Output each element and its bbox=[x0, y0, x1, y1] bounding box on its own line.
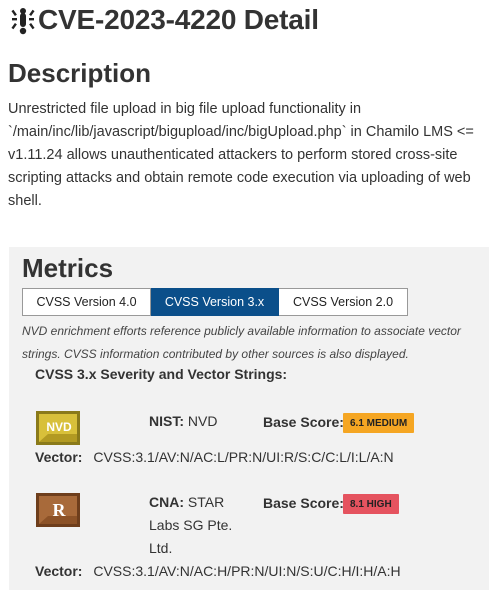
tab-cvss-3x[interactable]: CVSS Version 3.x bbox=[151, 288, 279, 316]
source-label: NIST: bbox=[149, 413, 184, 429]
vector-label: Vector: bbox=[35, 563, 83, 579]
source-value: NVD bbox=[187, 413, 218, 429]
nvd-vector: Vector: CVSS:3.1/AV:N/AC:L/PR:N/UI:R/S:C… bbox=[35, 449, 394, 465]
cvss-version-tabs: CVSS Version 4.0 CVSS Version 3.x CVSS V… bbox=[22, 288, 408, 316]
nvd-logo-icon: NVD bbox=[36, 411, 80, 445]
vector-string[interactable]: CVSS:3.1/AV:N/AC:L/PR:N/UI:R/S:C/C:L/I:L… bbox=[93, 449, 393, 465]
bug-icon bbox=[11, 8, 35, 35]
vector-label: Vector: bbox=[35, 449, 83, 465]
svg-text:R: R bbox=[53, 500, 67, 520]
tab-cvss-4[interactable]: CVSS Version 4.0 bbox=[22, 288, 151, 316]
source-label: CNA: bbox=[149, 494, 184, 510]
base-score-badge[interactable]: 6.1 MEDIUM bbox=[343, 413, 415, 433]
tab-cvss-2[interactable]: CVSS Version 2.0 bbox=[279, 288, 408, 316]
description-heading: Description bbox=[8, 58, 152, 88]
vector-string[interactable]: CVSS:3.1/AV:N/AC:H/PR:N/UI:N/S:U/C:H/I:H… bbox=[93, 563, 400, 579]
nvd-enrichment-note: NVD enrichment efforts reference publicl… bbox=[22, 324, 461, 361]
metrics-heading: Metrics bbox=[22, 253, 114, 283]
nvd-source: NIST: NVD bbox=[149, 410, 217, 433]
base-score-label: Base Score: bbox=[263, 495, 344, 511]
page-title: CVE-2023-4220 Detail bbox=[38, 4, 319, 35]
cna-logo-icon: R bbox=[36, 493, 80, 527]
base-score-label: Base Score: bbox=[263, 414, 344, 430]
cna-vector: Vector: CVSS:3.1/AV:N/AC:H/PR:N/UI:N/S:U… bbox=[35, 563, 401, 579]
page-header: CVE-2023-4220 Detail bbox=[8, 0, 319, 40]
severity-heading: CVSS 3.x Severity and Vector Strings: bbox=[35, 366, 288, 382]
svg-text:NVD: NVD bbox=[46, 420, 72, 434]
base-score-badge[interactable]: 8.1 HIGH bbox=[343, 494, 399, 514]
description-text: Unrestricted file upload in big file upl… bbox=[8, 101, 474, 209]
cna-source: CNA: STAR Labs SG Pte. Ltd. bbox=[149, 491, 239, 560]
metrics-panel: Metrics CVSS Version 4.0 CVSS Version 3.… bbox=[9, 247, 489, 590]
